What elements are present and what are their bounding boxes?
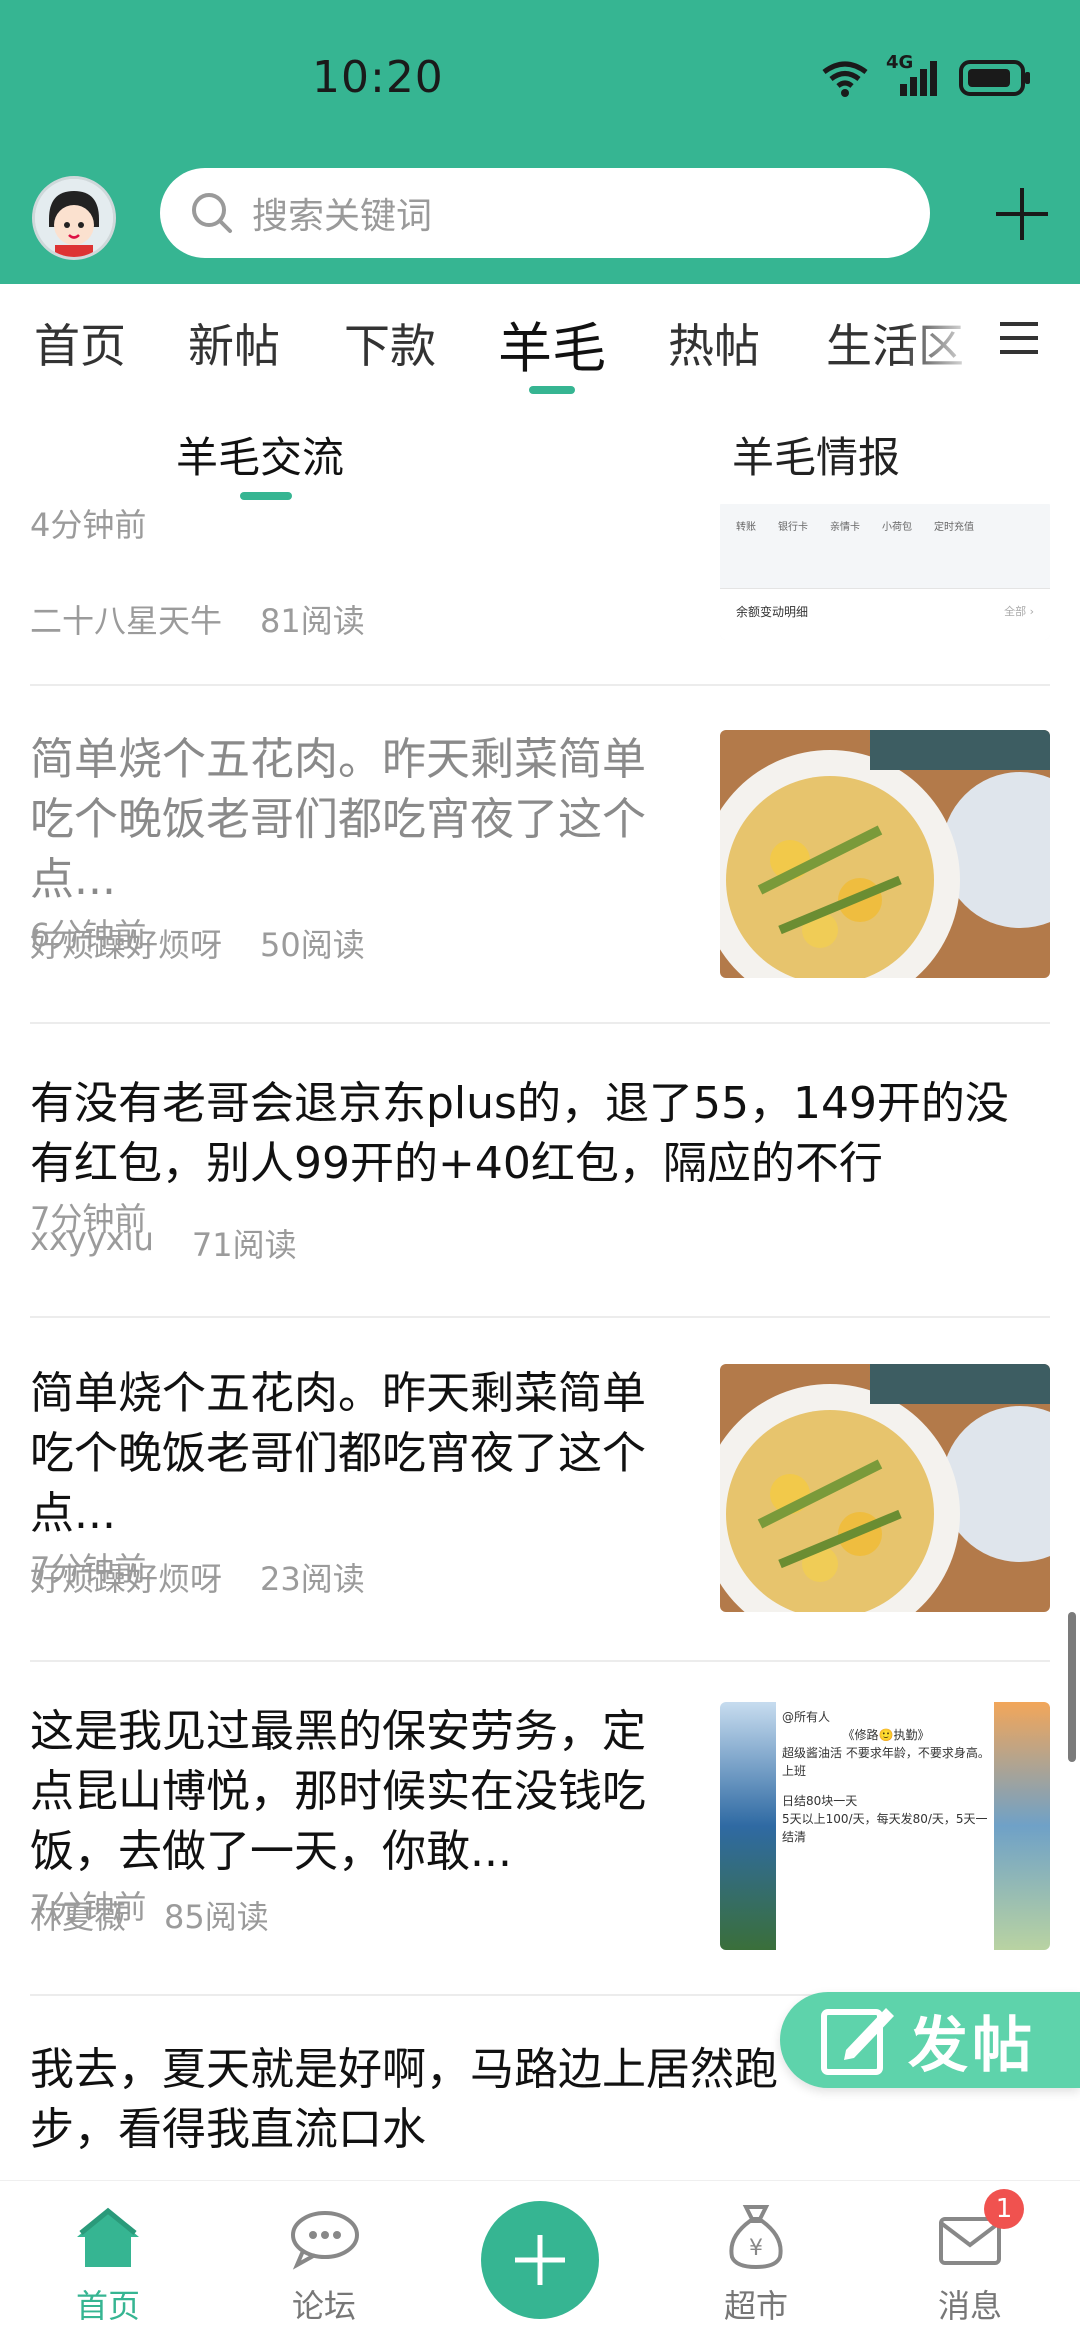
post-title: 简单烧个五花肉。昨天剩菜简单吃个晚饭老哥们都吃宵夜了这个点...	[30, 734, 646, 905]
sub-tabs: 羊毛交流 羊毛情报	[0, 394, 1080, 504]
plus-icon	[515, 2235, 565, 2285]
app-header: 10:20 4G 搜索关键词	[0, 0, 1080, 284]
thumb-label: 小荷包	[882, 522, 912, 533]
tab-home[interactable]: 首页	[34, 310, 126, 376]
thumb-label: 上班	[782, 1764, 807, 1778]
search-icon	[192, 193, 232, 233]
user-avatar[interactable]	[32, 176, 116, 260]
post-meta: 二十八星天牛 81阅读	[30, 596, 365, 642]
thumb-label: 余额变动明细	[736, 605, 809, 619]
nav-home-label: 首页	[75, 2287, 140, 2325]
subtab-wool-exchange[interactable]: 羊毛交流	[176, 424, 344, 485]
divider	[30, 684, 1050, 686]
search-input[interactable]: 搜索关键词	[160, 168, 930, 258]
thumb-label: 日结80块一天	[782, 1794, 858, 1808]
thumb-label: 定时充值	[934, 522, 974, 533]
subtab-active-indicator	[240, 492, 292, 500]
post-button[interactable]: 发帖	[780, 1992, 1080, 2088]
tab-wool[interactable]: 羊毛	[498, 304, 606, 383]
nav-market-label: 超市	[723, 2287, 788, 2325]
post-views: 23阅读	[260, 1560, 365, 1598]
post-meta: 好烦躁好烦呀 50阅读	[30, 920, 365, 966]
post-author: 林夏薇	[30, 1898, 127, 1936]
thumb-label: 银行卡	[778, 522, 808, 533]
add-icon[interactable]	[990, 182, 1054, 246]
post-views: 71阅读	[191, 1226, 297, 1264]
divider	[30, 1022, 1050, 1024]
post-feed[interactable]: 二十八星天牛 81阅读 4分钟前 转账 银行卡 亲情卡 小荷包 定时充值 余额变…	[0, 500, 1080, 2180]
thumb-label: 5天以上100/天，每天发80/天，5天一结清	[782, 1812, 988, 1844]
category-active-indicator	[529, 386, 575, 394]
thumb-label: 转账	[736, 522, 756, 533]
post-button-label: 发帖	[908, 2010, 1036, 2081]
post-views: 81阅读	[260, 602, 365, 640]
post-views: 50阅读	[260, 926, 365, 964]
category-tabs: 首页 新帖 下款 羊毛 热帖 生活区	[0, 284, 1080, 394]
thumb-label: 全部 ›	[1004, 605, 1034, 618]
post-meta: 林夏薇 85阅读	[30, 1892, 269, 1938]
nav-forum-label: 论坛	[291, 2287, 356, 2325]
post-meta: xxyyxiu 71阅读	[30, 1220, 297, 1266]
divider	[30, 1316, 1050, 1318]
search-placeholder: 搜索关键词	[252, 196, 433, 237]
home-icon	[77, 2207, 139, 2267]
subtab-wool-intel[interactable]: 羊毛情报	[732, 424, 900, 485]
post-author: 好烦躁好烦呀	[30, 1560, 223, 1598]
edit-icon	[821, 2008, 894, 2075]
post-thumbnail: @所有人 《修路🙂执勤》 超级酱油活 不要求年龄，不要求身高。 上班 日结80块…	[720, 1702, 1050, 1950]
thumb-label: @所有人	[782, 1710, 831, 1724]
svg-text:¥: ¥	[749, 2236, 763, 2261]
post-title: 有没有老哥会退京东plus的，退了55，149开的没有红包，别人99开的+40红…	[30, 1078, 1009, 1189]
thumb-label: 《修路🙂执勤》	[842, 1728, 930, 1742]
post-views: 85阅读	[164, 1898, 269, 1936]
post-title: 这是我见过最黑的保安劳务，定点昆山博悦，那时候实在没钱吃饭，去做了一天，你敢..…	[30, 1706, 646, 1877]
message-badge: 1	[984, 2189, 1024, 2229]
post-meta: 好烦躁好烦呀 23阅读	[30, 1554, 365, 1600]
status-time: 10:20	[312, 52, 444, 103]
post-title: 简单烧个五花肉。昨天剩菜简单吃个晚饭老哥们都吃宵夜了这个点...	[30, 1368, 646, 1539]
wifi-icon	[822, 61, 868, 97]
nav-forum[interactable]: 论坛	[254, 2181, 394, 2341]
post-author: xxyyxiu	[30, 1220, 154, 1258]
nav-market[interactable]: ¥ 超市	[686, 2181, 826, 2341]
status-icons: 4G	[820, 52, 1032, 98]
post-author: 二十八星天牛	[30, 602, 223, 640]
signal-icon: 4G	[886, 52, 942, 98]
menu-icon[interactable]	[998, 318, 1040, 358]
post-author: 好烦躁好烦呀	[30, 926, 223, 964]
tab-loans[interactable]: 下款	[344, 310, 436, 376]
bottom-nav: 首页 论坛 ¥ 超市 消息 1	[0, 2180, 1080, 2341]
divider	[30, 1660, 1050, 1662]
tab-new-posts[interactable]: 新帖	[188, 310, 280, 376]
chat-icon	[291, 2211, 359, 2270]
nav-home[interactable]: 首页	[38, 2181, 178, 2341]
scrollbar[interactable]	[1068, 1612, 1076, 1762]
money-bag-icon: ¥	[729, 2205, 783, 2270]
thumb-label: 亲情卡	[830, 522, 860, 533]
add-post-button[interactable]	[481, 2201, 599, 2319]
post-thumbnail	[720, 730, 1050, 978]
post-thumbnail: 转账 银行卡 亲情卡 小荷包 定时充值 余额变动明细 全部 ›	[720, 500, 1050, 640]
nav-messages-label: 消息	[937, 2287, 1002, 2325]
post-thumbnail	[720, 1364, 1050, 1612]
tab-hot-posts[interactable]: 热帖	[668, 310, 760, 376]
post-title: 我去，夏天就是好啊，马路边上居然跑步，看得我直流口水	[30, 2044, 778, 2155]
battery-icon	[959, 60, 1030, 96]
tabs-fade	[900, 284, 980, 394]
list-item[interactable]: 有没有老哥会退京东plus的，退了55，149开的没有红包，别人99开的+40红…	[30, 1074, 1050, 1304]
thumb-label: 超级酱油活 不要求年龄，不要求身高。	[782, 1746, 990, 1760]
